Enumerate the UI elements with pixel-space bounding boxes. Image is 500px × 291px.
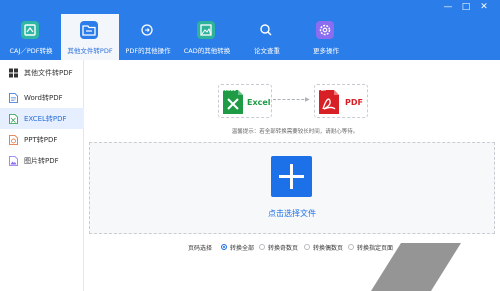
radio-unchecked-icon	[259, 244, 265, 250]
sidebar-item-label: PPT转PDF	[24, 136, 58, 144]
source-format-box: EXCEL Excel	[218, 84, 272, 118]
caj-convert-icon	[21, 21, 39, 39]
close-button[interactable]: ✕	[478, 1, 490, 13]
radio-unchecked-icon	[304, 244, 310, 250]
plus-icon-vertical	[290, 164, 293, 189]
sidebar-item-label: 其他文件转PDF	[24, 69, 73, 77]
radio-label: 转换指定页面	[357, 245, 394, 252]
radio-label: 转换全部	[230, 245, 255, 252]
tool-caj-pdf[interactable]: CAJ／PDF转换	[2, 14, 60, 60]
sidebar: 其他文件转PDF Word转PDF EXCEL转PDF PPT转PDF 图片转P…	[0, 60, 84, 291]
source-format-label: Excel	[247, 98, 271, 107]
grid-icon	[9, 68, 18, 78]
word-doc-icon	[9, 93, 18, 103]
cad-image-icon	[197, 21, 215, 39]
arrow-right-icon: ▶	[305, 96, 310, 103]
sidebar-item-label: Word转PDF	[24, 94, 63, 102]
source-format-tag: EXCEL	[222, 87, 236, 92]
radio-label: 转换偶数页	[313, 245, 344, 252]
tool-other-to-pdf[interactable]: 其他文件转PDF	[61, 14, 119, 60]
ppt-doc-icon	[9, 135, 18, 145]
image-doc-icon	[9, 156, 18, 166]
radio-label: 转换奇数页	[268, 245, 299, 252]
main-toolbar: CAJ／PDF转换 其他文件转PDF PDF的其他操作 CAD的其他转换 论文查…	[0, 14, 500, 60]
tool-more-ops[interactable]: 更多操作	[297, 14, 355, 60]
tool-label: 更多操作	[313, 47, 339, 55]
title-bar: — □ ✕	[0, 0, 500, 14]
radio-unchecked-icon	[348, 244, 354, 250]
sidebar-item-ppt-to-pdf[interactable]: PPT转PDF	[0, 129, 84, 150]
conversion-arrow-line	[273, 99, 309, 100]
folder-icon	[80, 21, 98, 39]
hint-text: 温馨提示：若全部转换需要较长时间，请耐心等待。	[231, 129, 359, 135]
maximize-button[interactable]: □	[460, 1, 472, 13]
search-icon	[257, 21, 275, 39]
page-range-label: 页码选择	[188, 245, 213, 252]
sidebar-item-image-to-pdf[interactable]: 图片转PDF	[0, 150, 84, 171]
gear-icon	[316, 21, 334, 39]
radio-checked-icon	[221, 244, 227, 250]
excel-doc-icon	[9, 114, 18, 124]
tool-pdf-other-ops[interactable]: PDF的其他操作	[119, 14, 177, 60]
tool-cad-convert[interactable]: CAD的其他转换	[178, 14, 236, 60]
sidebar-item-label: 图片转PDF	[24, 157, 59, 165]
select-file-button[interactable]	[271, 156, 312, 197]
minimize-button[interactable]: —	[442, 1, 454, 13]
select-file-label[interactable]: 点击选择文件	[230, 208, 354, 219]
sidebar-item-excel-to-pdf[interactable]: EXCEL转PDF	[0, 108, 84, 129]
target-format-box: PDF PDF	[314, 84, 368, 118]
target-format-label: PDF	[345, 98, 363, 107]
sidebar-item-other-to-pdf[interactable]: 其他文件转PDF	[0, 62, 84, 83]
sidebar-item-word-to-pdf[interactable]: Word转PDF	[0, 87, 84, 108]
refresh-icon	[138, 21, 156, 39]
tool-plagiarism-check[interactable]: 论文查重	[238, 14, 296, 60]
target-format-tag: PDF	[318, 87, 327, 92]
sidebar-item-label: EXCEL转PDF	[24, 115, 67, 123]
